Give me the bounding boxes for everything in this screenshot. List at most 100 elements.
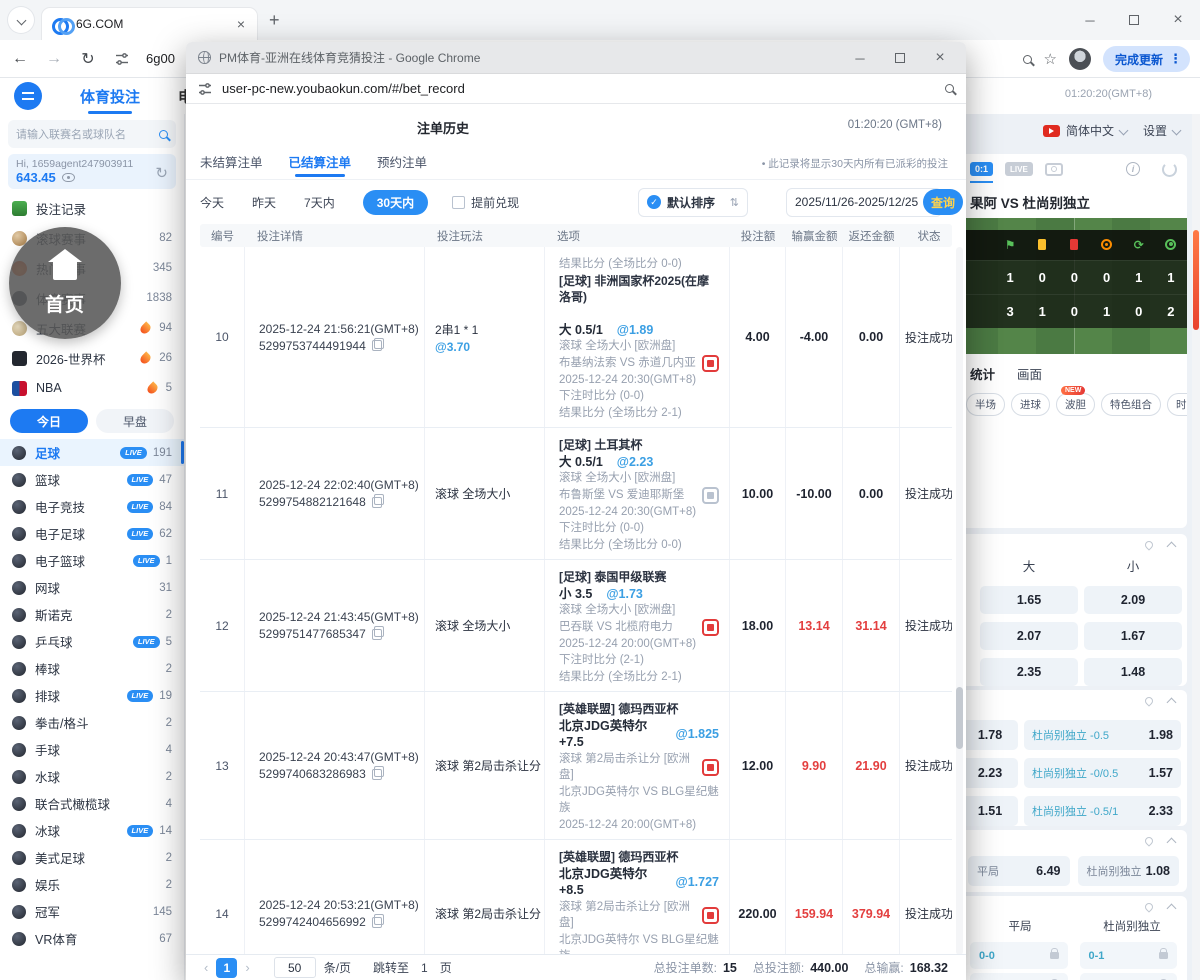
score-odds-button[interactable]: 0-0 [970, 942, 1068, 969]
popup-titlebar[interactable]: PM体育-亚洲在线体育竞猜投注 - Google Chrome ─ × [186, 42, 966, 74]
popup-maximize-button[interactable] [880, 42, 920, 74]
sort-dropdown[interactable]: ✓ 默认排序 ⇅ [638, 187, 748, 217]
eye-icon[interactable] [61, 173, 75, 182]
odds-button-under[interactable]: 2.09 [1084, 586, 1182, 614]
day-tab-今日[interactable]: 今日 [10, 409, 88, 433]
sidebar-sport-item[interactable]: 冰球 LIVE 14 [0, 817, 184, 844]
new-tab-button[interactable]: + [269, 10, 280, 31]
copy-icon[interactable] [371, 626, 385, 640]
prev-page-icon[interactable]: ‹ [204, 960, 208, 975]
pin-icon[interactable] [1143, 901, 1155, 913]
sidebar-sport-item[interactable]: 拳击/格斗 2 [0, 709, 184, 736]
sidebar-sport-item[interactable]: 电子竞技 LIVE 84 [0, 493, 184, 520]
pin-icon[interactable] [1143, 539, 1155, 551]
chrome-update-chip[interactable]: 完成更新 ⋮ [1102, 46, 1190, 72]
sidebar-item-record[interactable]: 投注记录 [0, 193, 184, 223]
date-range-picker[interactable]: 2025/11/26-2025/12/25 [786, 187, 942, 217]
tune-icon[interactable] [198, 82, 212, 96]
score-odds-button[interactable]: 0-1 [1079, 942, 1177, 969]
language-selector[interactable]: 简体中文 [1066, 122, 1114, 139]
history-tab-预约注单[interactable]: 预约注单 [377, 152, 427, 177]
sidebar-sport-item[interactable]: 娱乐 2 [0, 871, 184, 898]
popup-scrollbar[interactable] [956, 247, 963, 955]
query-button[interactable]: 查询 [923, 189, 963, 215]
page-number[interactable]: 1 [216, 957, 238, 978]
quick-filter-30天内[interactable]: 30天内 [362, 189, 429, 215]
odds-button-home[interactable]: 2.23 [962, 758, 1018, 788]
odds-button-away[interactable]: 杜尚别独立 1.08 [1077, 856, 1179, 886]
balance-refresh-icon[interactable]: ↻ [155, 164, 168, 182]
tab-search-button[interactable] [8, 7, 34, 33]
sidebar-sport-item[interactable]: VR体育 67 [0, 925, 184, 952]
forward-button[interactable]: → [40, 45, 68, 73]
sidebar-item-nba[interactable]: NBA 5 [0, 373, 184, 403]
market-pill-半场[interactable]: 半场 [966, 393, 1005, 416]
cashout-icon[interactable] [702, 906, 719, 924]
market-pill-时间[interactable]: 时间 [1167, 393, 1187, 416]
site-settings-icon[interactable] [108, 45, 136, 73]
close-button[interactable]: × [1156, 0, 1200, 40]
maximize-button[interactable] [1112, 0, 1156, 40]
cashout-icon[interactable] [702, 758, 719, 776]
odds-button-draw[interactable]: 平局 6.49 [968, 856, 1070, 886]
popup-scrollbar-thumb[interactable] [956, 687, 963, 749]
scrollbar-thumb[interactable] [1193, 230, 1199, 330]
score-odds-button[interactable]: 1-1 [970, 973, 1068, 980]
back-button[interactable]: ← [6, 45, 34, 73]
reload-button[interactable]: ↻ [74, 45, 102, 73]
tab-screen[interactable]: 画面 [1017, 364, 1042, 383]
sidebar-sport-item[interactable]: 手球 4 [0, 736, 184, 763]
pin-icon[interactable] [1143, 695, 1155, 707]
popup-url[interactable]: user-pc-new.youbaokun.com/#/bet_record [222, 81, 945, 96]
pin-icon[interactable] [1143, 835, 1155, 847]
collapse-icon[interactable] [1166, 903, 1177, 914]
cashout-checkbox[interactable] [452, 195, 466, 209]
zoom-icon[interactable] [1022, 54, 1032, 64]
sidebar-sport-item[interactable]: 美式足球 2 [0, 844, 184, 871]
tab-stats[interactable]: 统计 [970, 364, 995, 383]
history-tab-已结算注单[interactable]: 已结算注单 [289, 152, 351, 177]
profile-avatar[interactable] [1068, 48, 1091, 70]
market-pill-波胆[interactable]: 波胆 NEW [1056, 386, 1095, 416]
collapse-icon[interactable] [1166, 541, 1177, 552]
league-search-input[interactable]: 请输入联赛名或球队名 [8, 120, 176, 148]
settings-selector[interactable]: 设置 [1143, 122, 1167, 139]
sidebar-sport-item[interactable]: 电子篮球 LIVE 1 [0, 547, 184, 574]
sidebar-sport-item[interactable]: 联合式橄榄球 4 [0, 790, 184, 817]
sidebar-item-worldcup[interactable]: 2026-世界杯 26 [0, 343, 184, 373]
sidebar-sport-item[interactable]: 排球 LIVE 19 [0, 682, 184, 709]
home-floating-button[interactable]: 首页 [9, 227, 121, 339]
sidebar-sport-item[interactable]: 电子足球 LIVE 62 [0, 520, 184, 547]
sidebar-sport-item[interactable]: 足球 LIVE 191 [0, 439, 184, 466]
copy-icon[interactable] [371, 766, 385, 780]
sidebar-sport-item[interactable]: 棒球 2 [0, 655, 184, 682]
bookmark-star-icon[interactable]: ☆ [1044, 50, 1057, 68]
day-tab-早盘[interactable]: 早盘 [96, 409, 174, 433]
quick-filter-今天[interactable]: 今天 [200, 194, 224, 211]
odds-button-over[interactable]: 2.35 [980, 658, 1078, 686]
odds-button-home[interactable]: 1.78 [962, 720, 1018, 750]
sidebar-sport-item[interactable]: 篮球 LIVE 47 [0, 466, 184, 493]
odds-button-home[interactable]: 1.51 [962, 796, 1018, 826]
score-odds-button[interactable]: 0-2 [1079, 973, 1177, 980]
copy-icon[interactable] [371, 914, 385, 928]
score-tab[interactable]: 0:1 [970, 162, 994, 183]
history-tab-未结算注单[interactable]: 未结算注单 [200, 152, 263, 177]
browser-tab[interactable]: 6G.COM × [42, 8, 257, 40]
sidebar-sport-item[interactable]: 网球 31 [0, 574, 184, 601]
next-page-icon[interactable]: › [245, 960, 249, 975]
odds-button-over[interactable]: 2.07 [980, 622, 1078, 650]
odds-button-away[interactable]: 杜尚别独立 -0.5/1 2.33 [1024, 796, 1181, 826]
popup-minimize-button[interactable]: ─ [840, 42, 880, 74]
search-icon[interactable] [159, 129, 168, 139]
cashout-icon[interactable] [702, 486, 719, 504]
page-size-input[interactable]: 50 [273, 957, 316, 978]
cashout-icon[interactable] [702, 618, 719, 636]
odds-button-over[interactable]: 1.65 [980, 586, 1078, 614]
collapse-icon[interactable] [1166, 697, 1177, 708]
pitch-view-tab[interactable] [1044, 162, 1063, 176]
odds-button-under[interactable]: 1.67 [1084, 622, 1182, 650]
sidebar-sport-item[interactable]: 斯诺克 2 [0, 601, 184, 628]
popup-close-button[interactable]: × [920, 42, 960, 74]
quick-filter-昨天[interactable]: 昨天 [252, 194, 276, 211]
